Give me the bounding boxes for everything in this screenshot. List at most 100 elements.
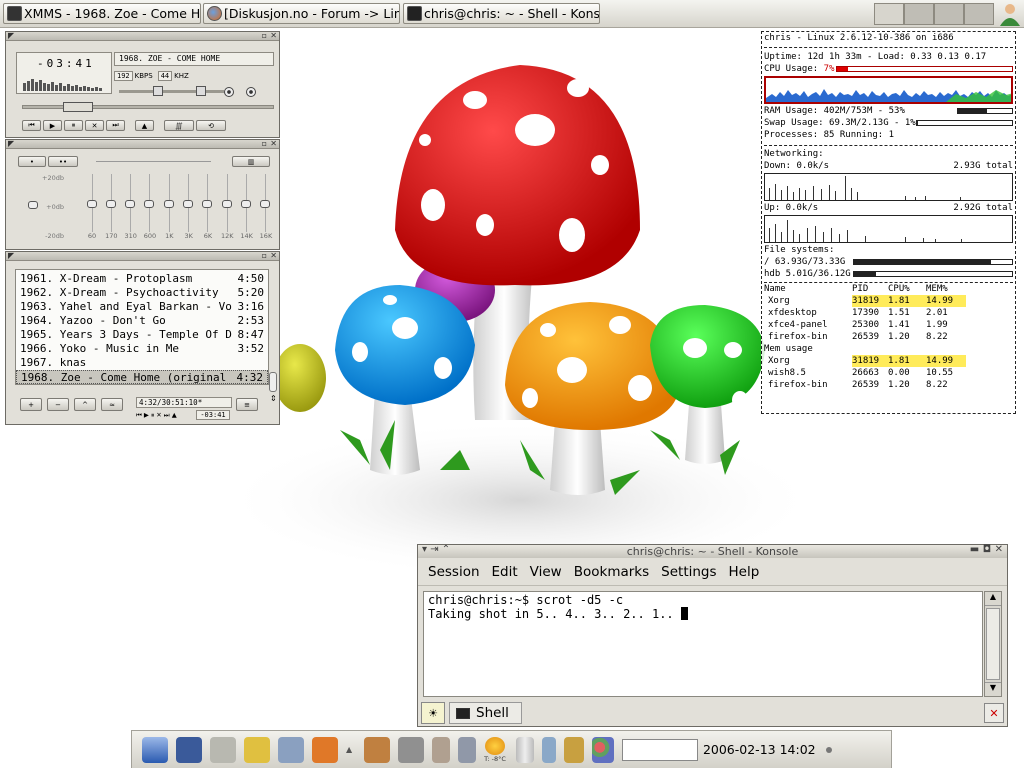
workspace-4[interactable] bbox=[964, 3, 994, 25]
task-xmms[interactable]: XMMS - 1968. Zoe - Come Home (original m… bbox=[3, 3, 201, 24]
menu-help[interactable]: Help bbox=[723, 564, 766, 580]
konsole-titlebar[interactable]: ▾ ⇥ ⌃ chris@chris: ~ - Shell - Konsole ▬… bbox=[418, 544, 1007, 558]
eq-band[interactable]: 6K bbox=[200, 174, 216, 244]
balance-slider[interactable] bbox=[184, 86, 224, 96]
tab-shell[interactable]: Shell bbox=[449, 702, 522, 724]
menu-bookmarks[interactable]: Bookmarks bbox=[568, 564, 655, 580]
menu-settings[interactable]: Settings bbox=[655, 564, 722, 580]
playlist-misc-button[interactable]: ≈ bbox=[101, 398, 123, 411]
menu-edit[interactable]: Edit bbox=[486, 564, 524, 580]
xmms-close-icon[interactable]: ✕ bbox=[270, 31, 277, 40]
playlist-shade-icon[interactable]: ▫ bbox=[262, 251, 267, 260]
next-button[interactable]: ⏭ bbox=[106, 120, 125, 131]
panel-handle-icon[interactable] bbox=[825, 746, 832, 753]
playlist-item[interactable]: 1961. X-Dream - Protoplasm 4:50 bbox=[16, 272, 268, 286]
eq-close-icon[interactable]: ✕ bbox=[270, 139, 277, 148]
terminal-output[interactable]: chris@chris:~$ scrot -d5 -c Taking shot … bbox=[423, 591, 983, 697]
scroll-up-arrow[interactable]: ▲ bbox=[985, 592, 1001, 606]
window-controls[interactable]: ▬ ◘ ✕ bbox=[970, 544, 1003, 555]
eq-auto-button[interactable]: •• bbox=[48, 156, 78, 167]
playlist-item[interactable]: 1963. Yahel and Eyal Barkan - Vo... 3:16 bbox=[16, 300, 268, 314]
prev-button[interactable]: ⏮ bbox=[22, 120, 41, 131]
xfce-menu-icon[interactable] bbox=[142, 736, 168, 763]
volume-icon[interactable] bbox=[541, 736, 556, 763]
playlist-scrollbar[interactable] bbox=[269, 372, 277, 392]
xmms-shade-icon[interactable]: ▫ bbox=[262, 31, 267, 40]
file-search-icon[interactable] bbox=[210, 736, 236, 763]
firefox-launcher-icon[interactable] bbox=[312, 736, 338, 763]
playlist-item[interactable]: 1965. Years 3 Days - Temple Of D... 8:47 bbox=[16, 328, 268, 342]
display-icon[interactable] bbox=[458, 736, 477, 763]
user-icon[interactable] bbox=[998, 2, 1022, 26]
playlist-titlebar[interactable]: ◤ ▫ ✕ bbox=[6, 251, 279, 261]
menu-session[interactable]: Session bbox=[422, 564, 486, 580]
xmms-time-display[interactable]: -03:41 bbox=[16, 52, 112, 94]
eject-button[interactable]: ▲ bbox=[135, 120, 154, 131]
users-icon[interactable] bbox=[591, 736, 614, 763]
workspace-3[interactable] bbox=[934, 3, 964, 25]
editor-icon[interactable] bbox=[244, 736, 270, 763]
workspace-1[interactable] bbox=[874, 3, 904, 25]
scroll-down-arrow[interactable]: ▼ bbox=[985, 682, 1001, 696]
eq-presets-button[interactable]: ▥ bbox=[232, 156, 270, 167]
playlist-scroll-arrows[interactable]: ⇕ bbox=[270, 394, 277, 403]
window-menu-icon[interactable]: ▾ ⇥ ⌃ bbox=[422, 544, 450, 555]
playlist-remove-button[interactable]: − bbox=[47, 398, 69, 411]
playlist-add-button[interactable]: + bbox=[20, 398, 42, 411]
menu-view[interactable]: View bbox=[524, 564, 568, 580]
eq-band[interactable]: 310 bbox=[123, 174, 139, 244]
playlist-item[interactable]: 1967. knas bbox=[16, 356, 268, 370]
play-button[interactable]: ▶ bbox=[43, 120, 62, 131]
playlist-menu-icon[interactable]: ◤ bbox=[8, 251, 14, 260]
eq-titlebar[interactable]: ◤ ▫ ✕ bbox=[6, 139, 279, 149]
playlist-item[interactable]: 1962. X-Dream - Psychoactivity 5:20 bbox=[16, 286, 268, 300]
scroll-thumb[interactable] bbox=[986, 608, 1000, 680]
shuffle-button[interactable]: ∭ bbox=[164, 120, 194, 131]
playlist-item-current[interactable]: 1968. Zoe - Come Home (original ... 4:32 bbox=[16, 370, 268, 384]
repeat-button[interactable]: ⟲ bbox=[196, 120, 226, 131]
eq-preamp-slider[interactable] bbox=[28, 201, 38, 209]
volume-handle[interactable] bbox=[153, 86, 163, 96]
chevron-up-icon[interactable]: ▲ bbox=[346, 745, 352, 754]
eq-band[interactable]: 170 bbox=[103, 174, 119, 244]
command-input[interactable] bbox=[621, 738, 698, 761]
task-konsole[interactable]: chris@chris: ~ - Shell - Konsole bbox=[403, 3, 600, 24]
network-icon[interactable] bbox=[278, 736, 304, 763]
eq-shade-icon[interactable]: ▫ bbox=[262, 139, 267, 148]
eq-band[interactable]: 60 bbox=[84, 174, 100, 244]
eq-band[interactable]: 600 bbox=[142, 174, 158, 244]
playlist-select-button[interactable]: ^ bbox=[74, 398, 96, 411]
mount-icon[interactable] bbox=[432, 736, 451, 763]
weather-applet[interactable]: T: -8°C bbox=[484, 736, 506, 763]
terminal-launcher-icon[interactable] bbox=[176, 736, 202, 763]
playlist-list-button[interactable]: ≡ bbox=[236, 398, 258, 411]
mini-transport[interactable]: ⏮ ▶ ⏸ ✕ ⏭ ▲ bbox=[136, 411, 177, 420]
playlist-item[interactable]: 1964. Yazoo - Don't Go 2:53 bbox=[16, 314, 268, 328]
settings-icon[interactable] bbox=[364, 736, 391, 763]
eq-band[interactable]: 14K bbox=[239, 174, 255, 244]
eq-toggle-button[interactable] bbox=[224, 87, 234, 97]
playlist-toggle-button[interactable] bbox=[246, 87, 256, 97]
new-session-icon[interactable]: ☀ bbox=[421, 702, 445, 724]
terminal-scrollbar[interactable]: ▲ ▼ bbox=[984, 591, 1002, 697]
eq-band[interactable]: 1K bbox=[161, 174, 177, 244]
eq-menu-icon[interactable]: ◤ bbox=[8, 139, 14, 148]
seek-bar[interactable] bbox=[22, 102, 274, 112]
eq-on-button[interactable]: • bbox=[18, 156, 46, 167]
eq-band[interactable]: 12K bbox=[219, 174, 235, 244]
song-title-display[interactable]: 1968. ZOE - COME HOME bbox=[114, 52, 274, 66]
task-firefox[interactable]: [Diskusjon.no - Forum -> Linux bbox=[203, 3, 400, 24]
balance-handle[interactable] bbox=[196, 86, 206, 96]
pause-button[interactable]: ⏸ bbox=[64, 120, 83, 131]
playlist-close-icon[interactable]: ✕ bbox=[270, 251, 277, 260]
eq-band[interactable]: 3K bbox=[181, 174, 197, 244]
clipboard-icon[interactable] bbox=[563, 736, 584, 763]
close-session-icon[interactable]: ✕ bbox=[984, 703, 1004, 723]
stop-button[interactable]: ✕ bbox=[85, 120, 104, 131]
printer-icon[interactable] bbox=[398, 736, 425, 763]
xmms-menu-icon[interactable]: ◤ bbox=[8, 31, 14, 40]
workspace-2[interactable] bbox=[904, 3, 934, 25]
seek-handle[interactable] bbox=[63, 102, 93, 112]
xmms-titlebar[interactable]: ◤ ▫ ✕ bbox=[6, 31, 279, 41]
eq-band[interactable]: 16K bbox=[258, 174, 274, 244]
